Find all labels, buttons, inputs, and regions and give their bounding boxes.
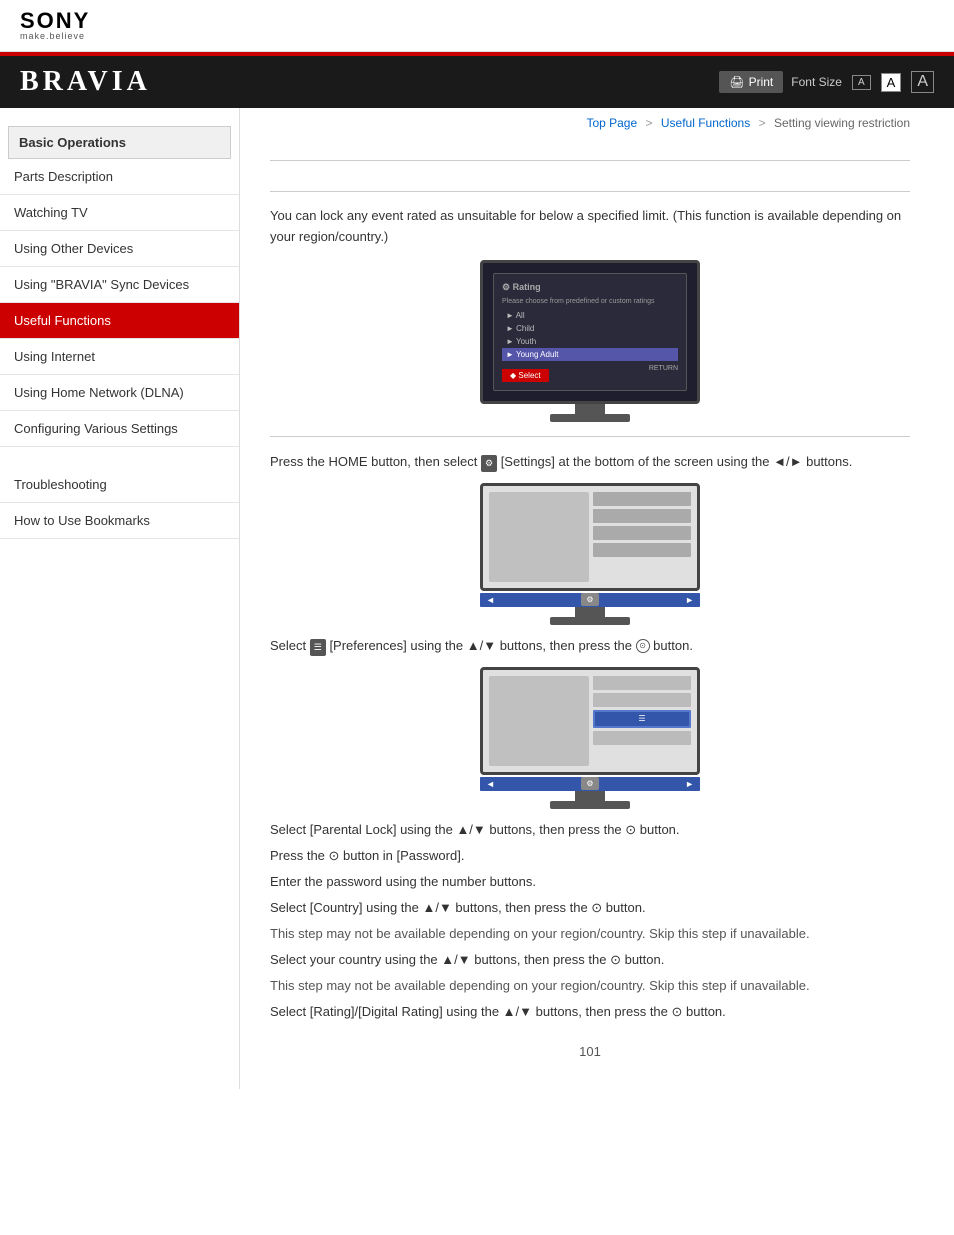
settings-row-2 xyxy=(593,509,691,523)
step8-text: Select your country using the ▲/▼ button… xyxy=(270,949,910,971)
tv-stand-neck-3 xyxy=(575,791,605,801)
sidebar-item-watching-tv[interactable]: Watching TV xyxy=(0,195,239,231)
rating-tv-mockup: ⚙ Rating Please choose from predefined o… xyxy=(480,260,700,422)
print-button[interactable]: 🖨 Print xyxy=(719,71,783,93)
rating-tv-screen: ⚙ Rating Please choose from predefined o… xyxy=(480,260,700,404)
divider-1 xyxy=(270,160,910,161)
font-medium-button[interactable]: A xyxy=(881,73,902,92)
sidebar-item-basic-operations[interactable]: Basic Operations xyxy=(8,126,231,159)
bravia-bar: BRAVIA 🖨 Print Font Size A A A xyxy=(0,52,954,108)
pref-row-1 xyxy=(593,676,691,690)
step6-text: Select [Country] using the ▲/▼ buttons, … xyxy=(270,897,910,919)
bottom-nav-bar: ◄ ⚙ ► xyxy=(480,593,700,607)
tv-stand-base-3 xyxy=(550,801,630,809)
rating-option-youth: ► Youth xyxy=(502,335,678,348)
print-icon: 🖨 xyxy=(729,75,744,89)
pref-row-highlighted: ☰ xyxy=(593,710,691,728)
sidebar-item-troubleshooting[interactable]: Troubleshooting xyxy=(0,467,239,503)
step2-text: Select ☰ [Preferences] using the ▲/▼ but… xyxy=(270,635,910,657)
toolbar-right: 🖨 Print Font Size A A A xyxy=(719,71,934,93)
sidebar-divider xyxy=(0,457,239,467)
right-arrow-icon: ► xyxy=(685,595,694,605)
sidebar-item-parts-description[interactable]: Parts Description xyxy=(0,159,239,195)
pref-row-2 xyxy=(593,693,691,707)
settings-left-panel xyxy=(489,492,589,582)
step5-text: Enter the password using the number butt… xyxy=(270,871,910,893)
step7-text: This step may not be available depending… xyxy=(270,923,910,945)
sidebar-item-using-internet[interactable]: Using Internet xyxy=(0,339,239,375)
sidebar-item-useful-functions[interactable]: Useful Functions xyxy=(0,303,239,339)
sidebar-group-2: Troubleshooting How to Use Bookmarks xyxy=(0,467,239,539)
rating-option-all: ► All xyxy=(502,309,678,322)
content-area: Top Page > Useful Functions > Setting vi… xyxy=(240,108,940,1089)
pref-icon-inline: ☰ xyxy=(310,639,326,656)
settings-screen-2: ☰ xyxy=(480,667,700,775)
sidebar-item-how-to-use-bookmarks[interactable]: How to Use Bookmarks xyxy=(0,503,239,539)
left-arrow-icon-2: ◄ xyxy=(486,779,495,789)
pref-right-panel: ☰ xyxy=(593,676,691,766)
sidebar-item-using-home-network[interactable]: Using Home Network (DLNA) xyxy=(0,375,239,411)
sidebar-group-1: Basic Operations Parts Description Watch… xyxy=(0,126,239,447)
divider-3 xyxy=(270,436,910,437)
print-label: Print xyxy=(749,75,774,89)
rating-dialog: ⚙ Rating Please choose from predefined o… xyxy=(493,273,687,391)
sidebar: Basic Operations Parts Description Watch… xyxy=(0,108,240,1089)
divider-2 xyxy=(270,191,910,192)
breadcrumb-current: Setting viewing restriction xyxy=(774,116,910,130)
step9-text: This step may not be available depending… xyxy=(270,975,910,997)
settings-row-4 xyxy=(593,543,691,557)
circle-btn-inline-1: ⊙ xyxy=(636,639,650,653)
sidebar-item-using-other-devices[interactable]: Using Other Devices xyxy=(0,231,239,267)
tv-stand-neck-2 xyxy=(575,607,605,617)
settings-tv-mockup-1: ◄ ⚙ ► xyxy=(480,483,700,625)
tv-stand-base-2 xyxy=(550,617,630,625)
page-number: 101 xyxy=(270,1044,910,1059)
sidebar-item-configuring-various[interactable]: Configuring Various Settings xyxy=(0,411,239,447)
sony-logo: SONY make.believe xyxy=(20,10,934,41)
sony-tagline: make.believe xyxy=(20,32,934,41)
bravia-title: BRAVIA xyxy=(20,66,151,98)
right-arrow-icon-2: ► xyxy=(685,779,694,789)
step4-text: Press the ⊙ button in [Password]. xyxy=(270,845,910,867)
rating-ok-btn: ◆ Select RETURN xyxy=(502,365,678,382)
settings-icon-inline: ⚙ xyxy=(481,455,497,472)
settings-row-1 xyxy=(593,492,691,506)
sidebar-item-using-bravia-sync[interactable]: Using "BRAVIA" Sync Devices xyxy=(0,267,239,303)
breadcrumb: Top Page > Useful Functions > Setting vi… xyxy=(270,108,910,146)
tv-stand-base xyxy=(550,414,630,422)
pref-icon-highlight: ☰ xyxy=(638,714,645,723)
settings-right-panel xyxy=(593,492,691,582)
step1-text: Press the HOME button, then select ⚙ [Se… xyxy=(270,451,910,473)
rating-option-child: ► Child xyxy=(502,322,678,335)
left-arrow-icon: ◄ xyxy=(486,595,495,605)
tv-stand-neck xyxy=(575,404,605,414)
settings-row-3 xyxy=(593,526,691,540)
settings-screen-1 xyxy=(480,483,700,591)
main-layout: Basic Operations Parts Description Watch… xyxy=(0,108,954,1089)
bottom-nav-bar-2: ◄ ⚙ ► xyxy=(480,777,700,791)
rating-dialog-subtitle: Please choose from predefined or custom … xyxy=(502,298,678,305)
step10-text: Select [Rating]/[Digital Rating] using t… xyxy=(270,1001,910,1023)
header: SONY make.believe xyxy=(0,0,954,52)
breadcrumb-useful-link[interactable]: Useful Functions xyxy=(661,116,750,130)
pref-row-4 xyxy=(593,731,691,745)
rating-dialog-title: ⚙ Rating xyxy=(502,282,678,293)
sony-text: SONY xyxy=(20,10,934,32)
breadcrumb-sep1: > xyxy=(646,116,653,130)
settings-icon-bar: ⚙ xyxy=(581,593,598,606)
font-large-button[interactable]: A xyxy=(911,71,934,93)
breadcrumb-top-link[interactable]: Top Page xyxy=(586,116,637,130)
pref-left-panel xyxy=(489,676,589,766)
font-size-label: Font Size xyxy=(791,75,842,89)
font-small-button[interactable]: A xyxy=(852,75,871,90)
intro-text: You can lock any event rated as unsuitab… xyxy=(270,206,910,248)
settings-tv-mockup-2: ☰ ◄ ⚙ ► xyxy=(480,667,700,809)
breadcrumb-sep2: > xyxy=(759,116,766,130)
rating-option-young-adult: ► Young Adult xyxy=(502,348,678,361)
step3-text: Select [Parental Lock] using the ▲/▼ but… xyxy=(270,819,910,841)
settings-icon-bar-2: ⚙ xyxy=(581,777,598,790)
